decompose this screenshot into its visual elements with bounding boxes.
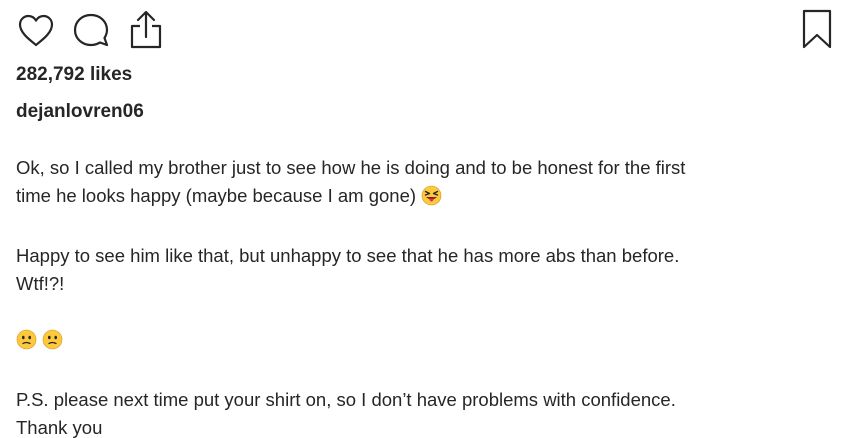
caption-emoji-line — [16, 326, 836, 358]
confused-face-emoji — [42, 329, 63, 358]
post-action-bar — [0, 0, 850, 60]
caption-paragraph: P.S. please next time put your shirt on,… — [16, 389, 676, 438]
post-username[interactable]: dejanlovren06 — [16, 101, 144, 123]
post-caption: Ok, so I called my brother just to see h… — [16, 154, 836, 438]
caption-text: Ok, so I called my brother just to see h… — [16, 157, 686, 206]
share-icon[interactable] — [126, 9, 166, 51]
comment-icon[interactable] — [72, 11, 110, 51]
caption-paragraph: Ok, so I called my brother just to see h… — [16, 154, 836, 214]
caption-paragraph: Happy to see him like that, but unhappy … — [16, 245, 680, 294]
likes-count[interactable]: 282,792 likes — [16, 64, 132, 86]
squinting-tongue-emoji — [421, 185, 442, 214]
bookmark-icon[interactable] — [800, 8, 834, 50]
confused-face-emoji — [16, 329, 37, 358]
heart-icon[interactable] — [16, 11, 56, 51]
